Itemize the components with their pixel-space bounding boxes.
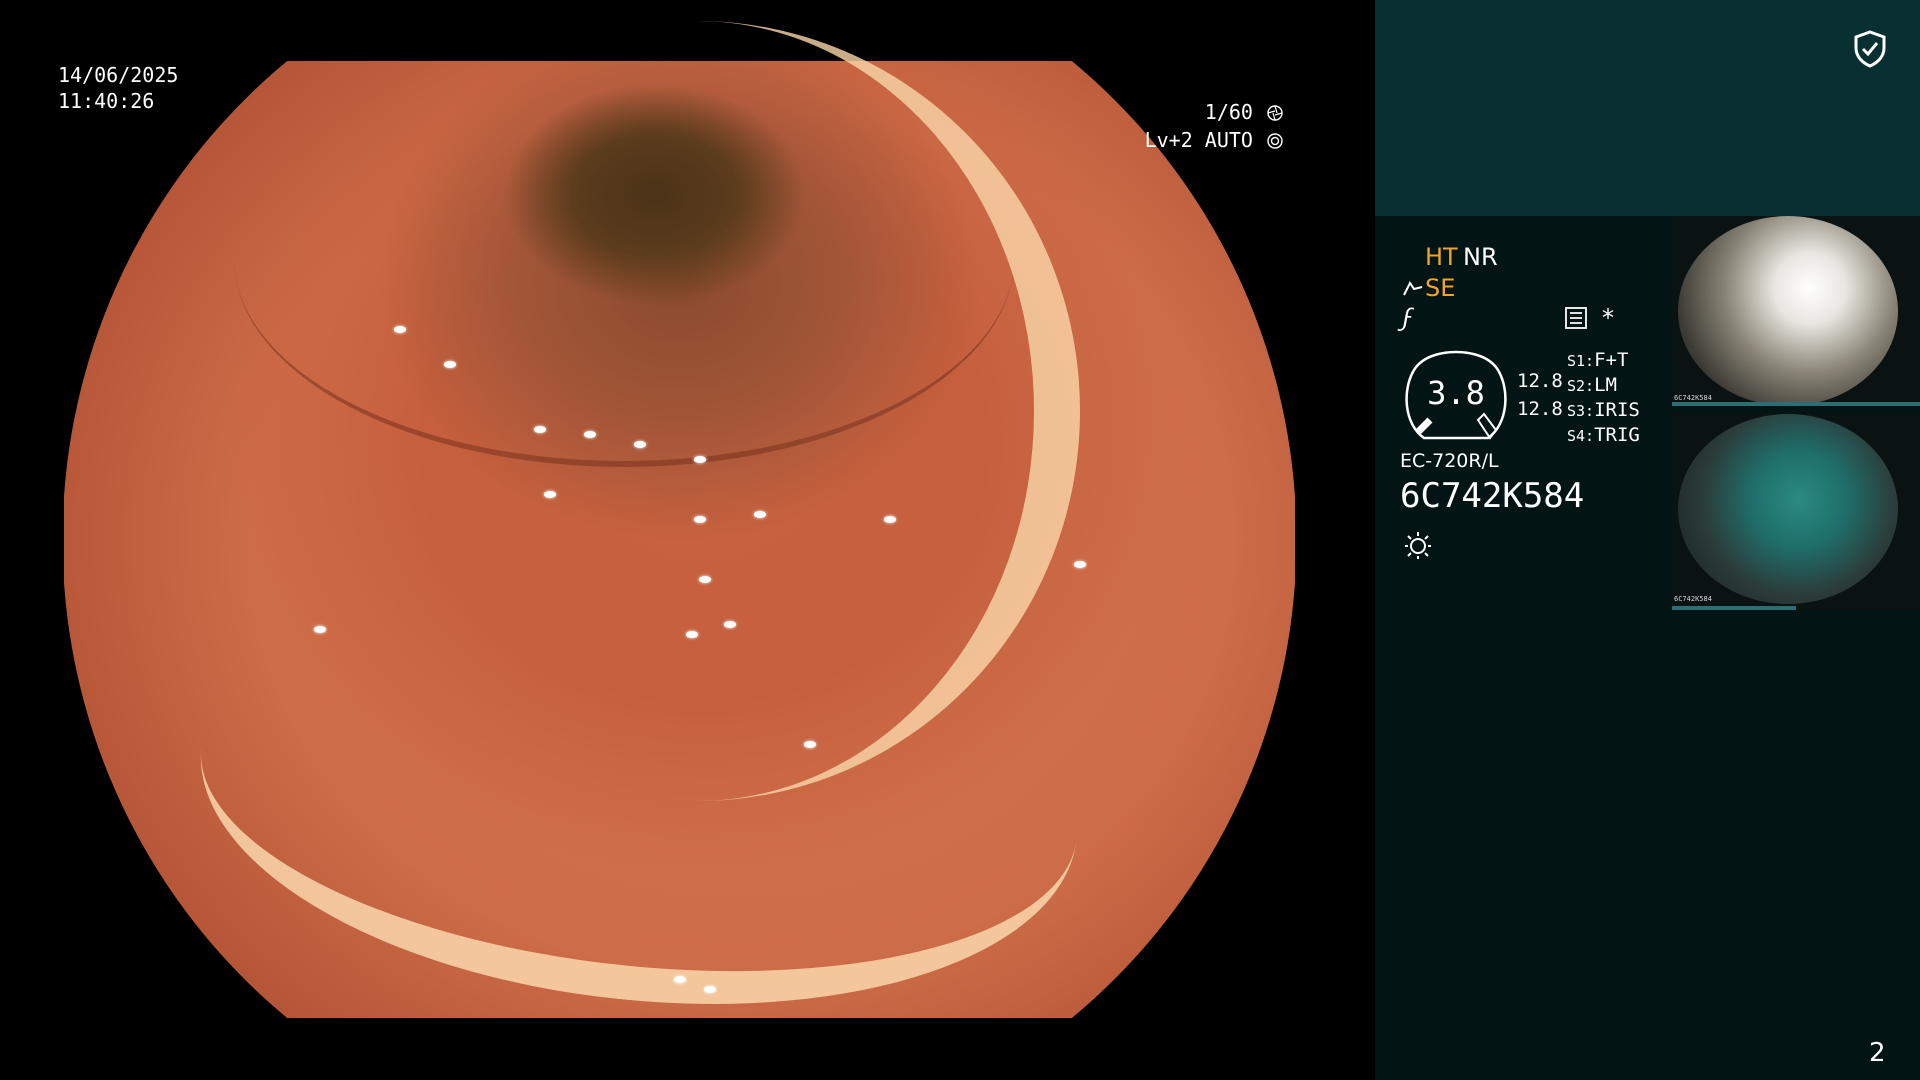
thumbnail-bar xyxy=(1672,402,1920,406)
thumbnail-capture[interactable]: 6C742K584 xyxy=(1672,216,1920,406)
thumbnail-label: 6C742K584 xyxy=(1674,394,1712,402)
readout-value: 12.8 xyxy=(1517,398,1563,420)
switch-value: F+T xyxy=(1594,349,1629,371)
specular-highlight xyxy=(724,621,736,628)
shield-check-icon[interactable] xyxy=(1853,30,1887,68)
switch-key: S3: xyxy=(1567,402,1595,420)
specular-highlight xyxy=(314,626,326,633)
specular-highlight xyxy=(686,631,698,638)
switch-assignment-s2: S2:LM xyxy=(1567,374,1617,396)
switch-value: TRIG xyxy=(1594,424,1640,446)
panel-header xyxy=(1375,0,1920,216)
specular-highlight xyxy=(694,456,706,463)
mode-nr-indicator: NR xyxy=(1463,243,1498,271)
specular-highlight xyxy=(394,326,406,333)
specular-highlight xyxy=(544,491,556,498)
switch-key: S2: xyxy=(1567,377,1595,395)
readout-value: 12.8 xyxy=(1517,370,1563,392)
specular-highlight xyxy=(884,516,896,523)
status-panel: HT NR SE ϝ * 3.8 12.8 12.8 S1:F+T S2:LM … xyxy=(1375,0,1920,1080)
specular-highlight xyxy=(1074,561,1086,568)
scope-model: EC-720R/L xyxy=(1400,450,1499,472)
page-number: 2 xyxy=(1869,1038,1886,1068)
thumbnail-bar xyxy=(1672,606,1796,610)
endoscope-screen: 14/06/2025 11:40:26 1/60 Lv+2 AUTO HT NR… xyxy=(0,0,1920,1080)
gauge-value: 3.8 xyxy=(1427,374,1485,412)
specular-highlight xyxy=(704,986,716,993)
scope-serial-number: 6C742K584 xyxy=(1400,476,1585,516)
switch-key: S1: xyxy=(1567,352,1595,370)
thumbnail-capture[interactable]: 6C742K584 xyxy=(1672,414,1920,610)
specular-highlight xyxy=(804,741,816,748)
shutter-readout: 1/60 xyxy=(1205,99,1283,125)
switch-assignment-s3: S3:IRIS xyxy=(1567,399,1640,421)
specular-highlight xyxy=(674,976,686,983)
brightness-level-readout: Lv+2 AUTO xyxy=(1145,127,1283,153)
specular-highlight xyxy=(444,361,456,368)
thumbnail-image xyxy=(1678,216,1898,406)
mode-ht-indicator: HT xyxy=(1425,243,1458,271)
switch-assignment-s1: S1:F+T xyxy=(1567,349,1628,371)
shutter-value: 1/60 xyxy=(1204,100,1253,124)
thumbnail-image xyxy=(1678,414,1898,604)
date-readout: 14/06/2025 xyxy=(58,63,179,87)
aperture-icon xyxy=(1267,105,1283,121)
menu-list-icon xyxy=(1565,307,1587,329)
time-readout: 11:40:26 xyxy=(58,89,155,113)
sun-light-icon xyxy=(1405,532,1431,559)
switch-assignment-s4: S4:TRIG xyxy=(1567,424,1640,446)
se-probe-icon xyxy=(1403,281,1423,296)
f-symbol: ϝ xyxy=(1402,304,1414,332)
switch-value: LM xyxy=(1594,374,1617,396)
specular-highlight xyxy=(584,431,596,438)
brightness-level-value: Lv+2 AUTO xyxy=(1144,128,1253,152)
specular-highlight xyxy=(534,426,546,433)
endoscope-live-view xyxy=(64,21,1295,1045)
thumbnail-label: 6C742K584 xyxy=(1674,595,1712,603)
switch-value: IRIS xyxy=(1594,399,1640,421)
specular-highlight xyxy=(699,576,711,583)
switch-key: S4: xyxy=(1567,427,1595,445)
mode-se-indicator: SE xyxy=(1425,274,1456,302)
asterisk-indicator: * xyxy=(1602,304,1614,332)
specular-highlight xyxy=(754,511,766,518)
specular-highlight xyxy=(694,516,706,523)
specular-highlight xyxy=(634,441,646,448)
auto-iris-icon xyxy=(1267,133,1283,149)
